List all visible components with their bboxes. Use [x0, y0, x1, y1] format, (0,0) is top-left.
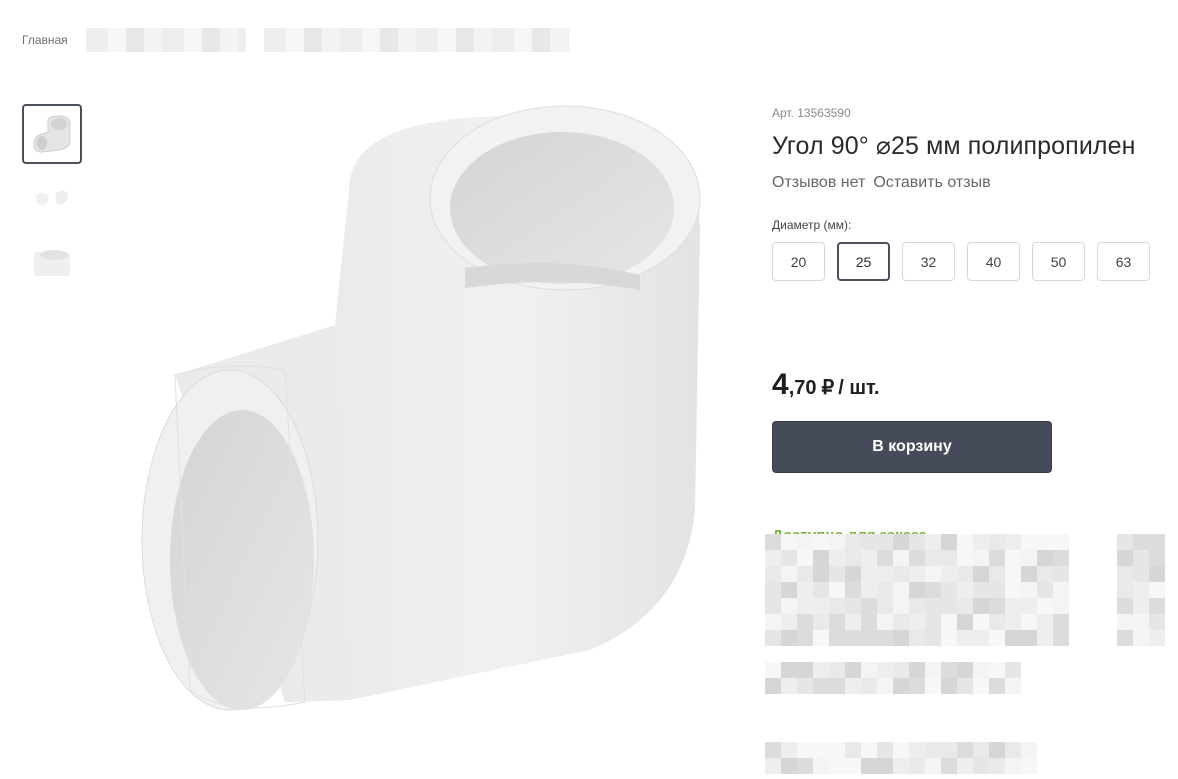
add-to-cart-button[interactable]: В корзину [772, 421, 1052, 473]
diameter-option-32[interactable]: 32 [902, 242, 955, 281]
product-sku: Арт. 13563590 [772, 106, 851, 120]
price-integer: 4 [772, 368, 789, 401]
leave-review-link[interactable]: Оставить отзыв [873, 174, 990, 192]
elbow-pair-thumbnail-image [36, 190, 68, 205]
redacted-store-info [765, 534, 1069, 646]
price-fraction: ,70 [788, 377, 817, 399]
product-title: Угол 90° ⌀25 мм полипропилен [772, 132, 1136, 160]
reviews-count: Отзывов нет [772, 174, 866, 191]
redacted-extra-info [765, 742, 1037, 774]
product-info: Арт. 13563590 Угол 90° ⌀25 мм полипропил… [772, 104, 1172, 281]
breadcrumb: Главная [22, 28, 569, 52]
diameter-option-50[interactable]: 50 [1032, 242, 1085, 281]
breadcrumb-redacted-link[interactable] [263, 28, 569, 52]
breadcrumb-home-link[interactable]: Главная [22, 33, 68, 47]
coupling-thumbnail-image [34, 250, 70, 276]
diameter-option-40[interactable]: 40 [967, 242, 1020, 281]
breadcrumb-redacted-link[interactable] [85, 28, 246, 52]
reviews-row: Отзывов нет Оставить отзыв [772, 174, 1172, 192]
thumbnail-elbow-pair[interactable] [22, 168, 82, 228]
diameter-option-20[interactable]: 20 [772, 242, 825, 281]
redacted-delivery-info [765, 662, 1021, 694]
diameter-option-63[interactable]: 63 [1097, 242, 1150, 281]
price-unit: / шт. [838, 377, 880, 399]
price-currency: ₽ [821, 377, 835, 399]
diameter-options: 20 25 32 40 50 63 [772, 242, 1172, 281]
thumbnail-gallery [22, 104, 82, 292]
thumbnail-elbow-front[interactable] [22, 104, 82, 164]
pipe-elbow-illustration [141, 105, 701, 711]
product-main-image[interactable] [120, 90, 720, 720]
redacted-side-info [1117, 534, 1165, 646]
product-price: 4 ,70 ₽ / шт. [772, 368, 880, 402]
diameter-option-25[interactable]: 25 [837, 242, 890, 281]
thumbnail-coupling-side[interactable] [22, 232, 82, 292]
diameter-label: Диаметр (мм): [772, 218, 852, 232]
elbow-thumbnail-image [33, 115, 71, 153]
